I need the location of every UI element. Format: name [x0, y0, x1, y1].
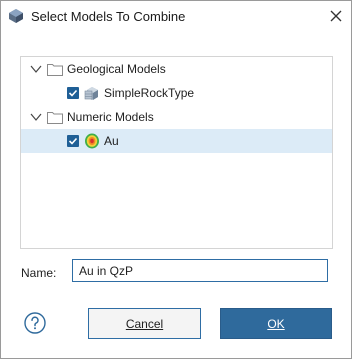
close-icon[interactable]	[327, 7, 345, 25]
cancel-button[interactable]: Cancel	[88, 308, 201, 339]
tree-group-numeric-models[interactable]: Numeric Models	[21, 105, 332, 129]
tree-item-simplerocktype[interactable]: SimpleRockType	[21, 81, 332, 105]
model-tree[interactable]: Geological Models SimpleRockType Numeric…	[20, 56, 333, 249]
checkmark-icon	[68, 137, 78, 145]
dialog-title: Select Models To Combine	[31, 9, 186, 24]
ok-button-label: OK	[267, 316, 285, 331]
tree-item-au[interactable]: Au	[21, 129, 332, 153]
folder-icon	[47, 64, 63, 76]
cancel-button-label: Cancel	[125, 316, 164, 331]
tree-item-label: Au	[104, 134, 119, 148]
chevron-down-icon[interactable]	[29, 110, 43, 124]
checkbox-simplerocktype[interactable]	[67, 87, 79, 99]
folder-icon	[47, 112, 63, 124]
title-bar: Select Models To Combine	[1, 1, 351, 32]
tree-group-label: Geological Models	[67, 62, 166, 76]
tree-group-label: Numeric Models	[67, 110, 154, 124]
chevron-down-icon[interactable]	[29, 62, 43, 76]
name-label: Name:	[21, 266, 57, 280]
checkmark-icon	[68, 89, 78, 97]
app-icon	[9, 9, 23, 23]
tree-group-geological-models[interactable]: Geological Models	[21, 57, 332, 81]
tree-item-label: SimpleRockType	[104, 86, 195, 100]
numeric-model-icon	[85, 133, 99, 149]
select-models-dialog: Select Models To Combine Geological Mode…	[0, 0, 352, 359]
name-input[interactable]	[72, 259, 328, 282]
help-icon[interactable]	[24, 312, 46, 334]
checkbox-au[interactable]	[67, 135, 79, 147]
ok-button[interactable]: OK	[220, 308, 332, 339]
geological-model-icon	[84, 87, 98, 100]
